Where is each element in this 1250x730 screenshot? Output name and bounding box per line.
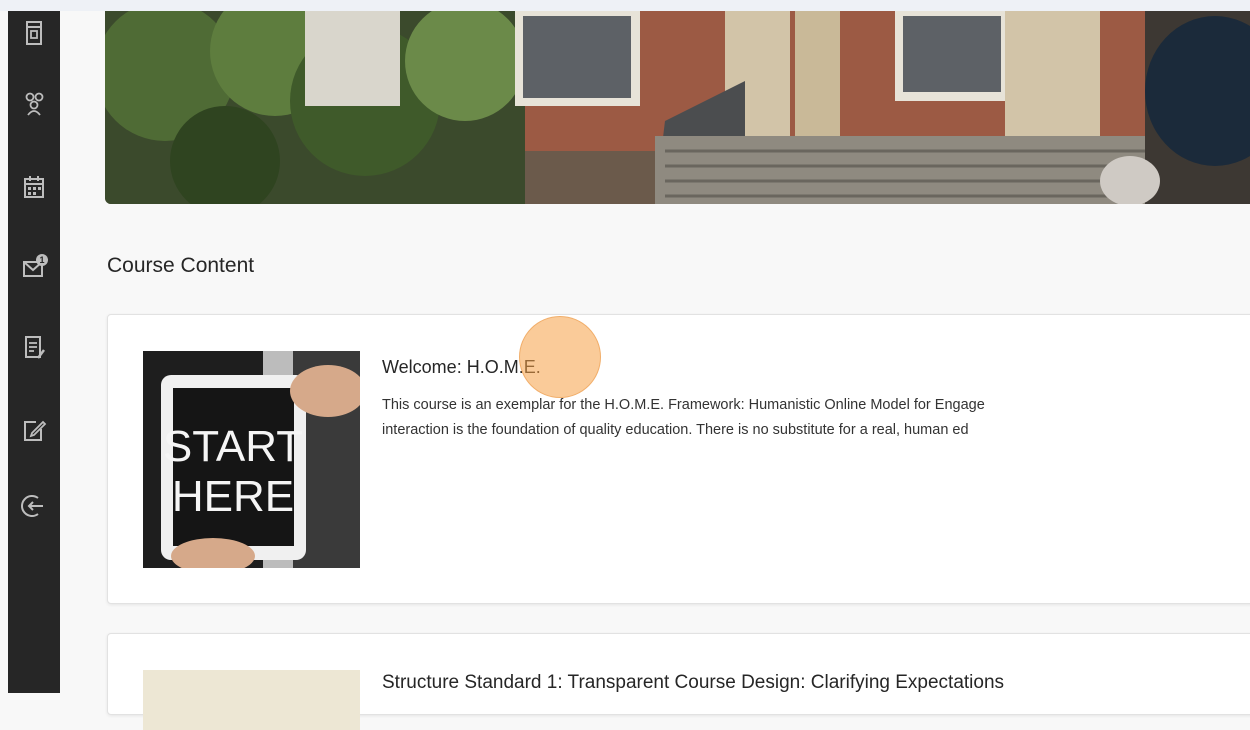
content-item-description: This course is an exemplar for the H.O.M… xyxy=(382,393,1250,443)
course-banner-image xyxy=(105,11,1250,204)
gradebook-icon[interactable] xyxy=(18,331,50,363)
thumbnail-here-text: HERE xyxy=(172,472,294,521)
top-strip xyxy=(0,0,1250,11)
edit-icon[interactable] xyxy=(18,414,50,446)
course-sidebar: 1 xyxy=(8,11,60,693)
content-item-thumbnail xyxy=(143,670,360,730)
content-item-title[interactable]: Welcome: H.O.M.E. xyxy=(382,357,541,378)
calendar-icon[interactable] xyxy=(18,171,50,203)
start-here-thumbnail: START HERE xyxy=(143,351,360,568)
course-content-heading: Course Content xyxy=(107,254,255,277)
sign-out-icon[interactable] xyxy=(18,490,50,522)
course-outline-icon[interactable] xyxy=(18,17,50,49)
content-item-structure-standard-1[interactable]: Structure Standard 1: Transparent Course… xyxy=(107,633,1250,730)
content-item-welcome[interactable]: START HERE Welcome: H.O.M.E. This course… xyxy=(107,314,1250,604)
description-line-2: interaction is the foundation of quality… xyxy=(382,422,969,438)
roster-icon[interactable] xyxy=(18,88,50,120)
content-item-title[interactable]: Structure Standard 1: Transparent Course… xyxy=(382,672,1004,694)
messages-icon[interactable]: 1 xyxy=(18,251,50,283)
thumbnail-start-text: START xyxy=(163,422,303,471)
description-line-1: This course is an exemplar for the H.O.M… xyxy=(382,397,985,413)
messages-badge: 1 xyxy=(39,255,44,265)
